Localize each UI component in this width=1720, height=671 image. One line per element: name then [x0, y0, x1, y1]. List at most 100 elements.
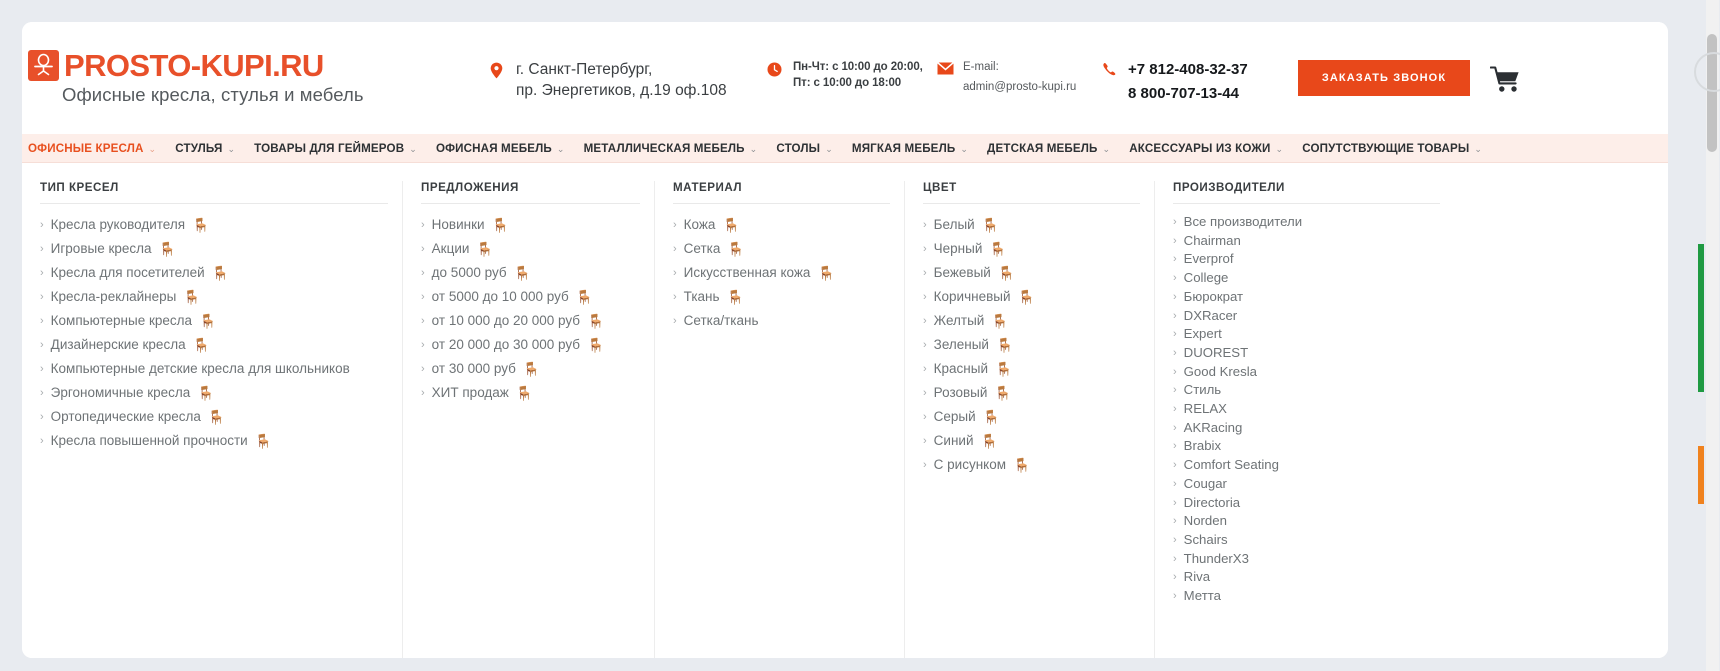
phone-icon: [1102, 62, 1119, 79]
chevron-right-icon: ›: [421, 363, 425, 375]
nav-item-0[interactable]: ОФИСНЫЕ КРЕСЛА ⌄: [28, 142, 156, 155]
mega-link[interactable]: › Everprof: [1173, 250, 1440, 269]
mega-link[interactable]: › Розовый 🪑: [923, 381, 1140, 405]
chevron-right-icon: ›: [1173, 365, 1177, 378]
phone-line-2[interactable]: 8 800-707-13-44: [1128, 84, 1248, 104]
mega-link[interactable]: › Компьютерные детские кресла для школьни…: [40, 357, 388, 381]
mega-link-label: Ортопедические кресла: [50, 409, 201, 424]
mega-link[interactable]: › Comfort Seating: [1173, 456, 1440, 475]
mega-link[interactable]: › DXRacer: [1173, 307, 1440, 326]
mega-link[interactable]: › ХИТ продаж 🪑: [421, 381, 640, 405]
mega-link-label: College: [1183, 270, 1229, 286]
mega-link[interactable]: › Бежевый 🪑: [923, 261, 1140, 285]
chair-thumbnail-icon: 🪑: [982, 409, 1001, 425]
mega-link[interactable]: › Зеленый 🪑: [923, 333, 1140, 357]
mega-link[interactable]: › Искусственная кожа 🪑: [673, 261, 890, 285]
shopping-cart-icon[interactable]: [1489, 66, 1520, 98]
mega-link[interactable]: › Norden: [1173, 512, 1440, 531]
mega-link[interactable]: › Бюрократ: [1173, 288, 1440, 307]
mega-link-label: Directoria: [1183, 494, 1241, 510]
phone-line-1[interactable]: +7 812-408-32-37: [1128, 60, 1248, 80]
mega-link[interactable]: › Эргономичные кресла 🪑: [40, 381, 388, 405]
email-value[interactable]: admin@prosto-kupi.ru: [963, 80, 1076, 96]
mega-link[interactable]: › Ортопедические кресла 🪑: [40, 405, 388, 429]
nav-item-3[interactable]: ОФИСНАЯ МЕБЕЛЬ ⌄: [436, 142, 565, 155]
mega-link[interactable]: › Все производители: [1173, 213, 1440, 232]
mega-link[interactable]: › Синий 🪑: [923, 429, 1140, 453]
mega-link[interactable]: › Желтый 🪑: [923, 309, 1140, 333]
mega-link[interactable]: › Riva: [1173, 568, 1440, 587]
nav-item-2[interactable]: ТОВАРЫ ДЛЯ ГЕЙМЕРОВ ⌄: [254, 142, 417, 155]
request-callback-button[interactable]: ЗАКАЗАТЬ ЗВОНОК: [1298, 60, 1470, 96]
chair-thumbnail-icon: 🪑: [1017, 289, 1035, 305]
mega-link-label: Серый: [933, 409, 976, 424]
mega-link-label: Черный: [933, 241, 983, 256]
nav-item-4[interactable]: МЕТАЛЛИЧЕСКАЯ МЕБЕЛЬ ⌄: [584, 142, 758, 155]
mega-link[interactable]: › от 30 000 руб 🪑: [421, 357, 640, 381]
mega-link[interactable]: › Good Kresla: [1173, 363, 1440, 382]
mega-link[interactable]: › ThunderX3: [1173, 550, 1440, 569]
side-widget-promo[interactable]: [1698, 446, 1704, 504]
header-email[interactable]: E-mail: admin@prosto-kupi.ru: [937, 60, 1076, 95]
mega-link[interactable]: › RELAX: [1173, 400, 1440, 419]
mega-link[interactable]: › Кресла-реклайнеры 🪑: [40, 285, 388, 309]
nav-item-6[interactable]: МЯГКАЯ МЕБЕЛЬ ⌄: [852, 142, 968, 155]
chair-thumbnail-icon: 🪑: [575, 289, 594, 305]
mega-column-2: МАТЕРИАЛ › Кожа 🪑 › Сетка 🪑 › Искусственная кожа…: [654, 181, 904, 658]
chair-thumbnail-icon: 🪑: [476, 241, 494, 257]
mega-link[interactable]: › до 5000 руб 🪑: [421, 261, 640, 285]
mega-link[interactable]: › Белый 🪑: [923, 213, 1140, 237]
chair-thumbnail-icon: 🪑: [817, 265, 835, 281]
mega-link[interactable]: › Метта: [1173, 587, 1440, 606]
mega-link[interactable]: › Chairman: [1173, 232, 1440, 251]
mega-link[interactable]: › Черный 🪑: [923, 237, 1140, 261]
mega-link[interactable]: › Кресла повышенной прочности 🪑: [40, 429, 388, 453]
chevron-right-icon: ›: [40, 387, 44, 399]
mega-link[interactable]: › Cougar: [1173, 475, 1440, 494]
chevron-right-icon: ›: [673, 315, 677, 327]
chair-thumbnail-icon: 🪑: [515, 385, 534, 401]
mega-link[interactable]: › Игровые кресла 🪑: [40, 237, 388, 261]
header-phones[interactable]: +7 812-408-32-37 8 800-707-13-44: [1102, 60, 1248, 105]
mega-link[interactable]: › Кресла руководителя 🪑: [40, 213, 388, 237]
mega-link[interactable]: › Expert: [1173, 325, 1440, 344]
mega-link[interactable]: › AKRacing: [1173, 419, 1440, 438]
mega-link[interactable]: › Schairs: [1173, 531, 1440, 550]
side-widget-messenger[interactable]: [1698, 244, 1704, 392]
chevron-right-icon: ›: [673, 219, 677, 231]
mega-link[interactable]: › Новинки 🪑: [421, 213, 640, 237]
chevron-right-icon: ›: [40, 363, 44, 375]
mega-link-label: до 5000 руб: [431, 265, 507, 280]
mega-link[interactable]: › Дизайнерские кресла 🪑: [40, 333, 388, 357]
mega-link[interactable]: › Сетка/ткань: [673, 309, 890, 333]
nav-item-7[interactable]: ДЕТСКАЯ МЕБЕЛЬ ⌄: [987, 142, 1110, 155]
nav-item-9[interactable]: СОПУТСТВУЮЩИЕ ТОВАРЫ ⌄: [1302, 142, 1482, 155]
mega-link[interactable]: › College: [1173, 269, 1440, 288]
mega-link[interactable]: › Серый 🪑: [923, 405, 1140, 429]
mega-link[interactable]: › Ткань 🪑: [673, 285, 890, 309]
page-scrollbar-track[interactable]: [1706, 0, 1719, 671]
mega-link[interactable]: › от 10 000 до 20 000 руб 🪑: [421, 309, 640, 333]
mega-link[interactable]: › Brabix: [1173, 437, 1440, 456]
mega-link[interactable]: › DUOREST: [1173, 344, 1440, 363]
mega-link[interactable]: › Стиль: [1173, 381, 1440, 400]
mega-link[interactable]: › от 20 000 до 30 000 руб 🪑: [421, 333, 640, 357]
mega-link[interactable]: › Directoria: [1173, 494, 1440, 513]
nav-item-1[interactable]: СТУЛЬЯ ⌄: [175, 142, 235, 155]
mega-link[interactable]: › Кресла для посетителей 🪑: [40, 261, 388, 285]
mega-link[interactable]: › С рисунком 🪑: [923, 453, 1140, 477]
mega-link[interactable]: › от 5000 до 10 000 руб 🪑: [421, 285, 640, 309]
nav-item-5[interactable]: СТОЛЫ ⌄: [776, 142, 833, 155]
side-widget-chat-bubble-icon[interactable]: [1694, 52, 1720, 92]
mega-link[interactable]: › Коричневый 🪑: [923, 285, 1140, 309]
envelope-icon: [937, 61, 954, 79]
mega-link[interactable]: › Кожа 🪑: [673, 213, 890, 237]
mega-link[interactable]: › Компьютерные кресла 🪑: [40, 309, 388, 333]
mega-link[interactable]: › Акции 🪑: [421, 237, 640, 261]
mega-link[interactable]: › Сетка 🪑: [673, 237, 890, 261]
mega-link[interactable]: › Красный 🪑: [923, 357, 1140, 381]
mega-column-3: ЦВЕТ › Белый 🪑 › Черный 🪑 › Бежевый 🪑 › Коричневый 🪑…: [904, 181, 1154, 658]
nav-item-8[interactable]: АКСЕССУАРЫ ИЗ КОЖИ ⌄: [1129, 142, 1283, 155]
mega-link-label: Искусственная кожа: [683, 265, 811, 280]
site-logo[interactable]: PROSTO-KUPI.RU Офисные кресла, стулья и …: [28, 50, 428, 106]
